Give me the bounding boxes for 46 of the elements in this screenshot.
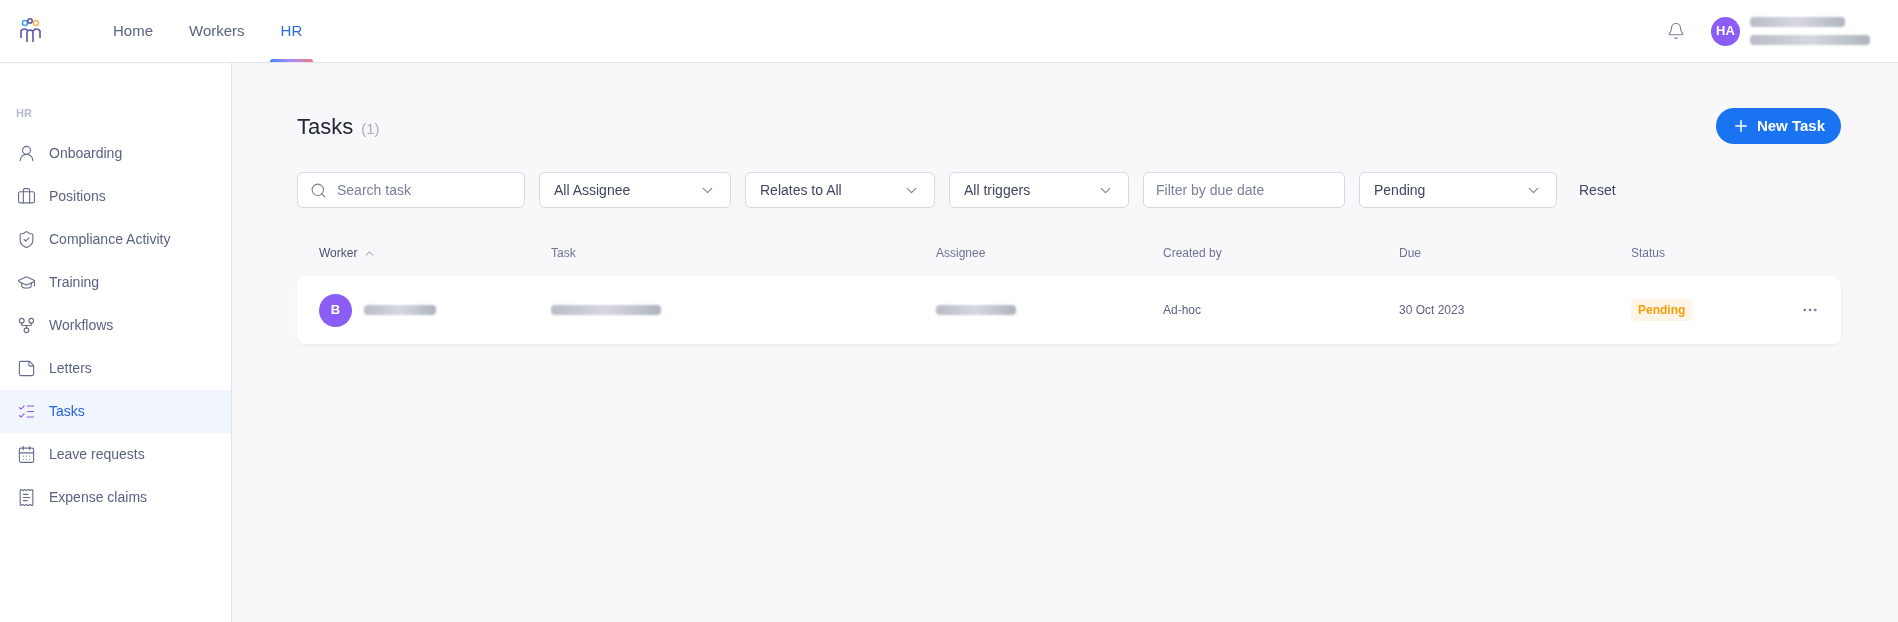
user-icon xyxy=(17,143,36,163)
filter-dropdown[interactable]: All triggers xyxy=(949,172,1129,208)
table-cell: 30 Oct 2023 xyxy=(1399,303,1465,317)
sidebar-item[interactable]: Training xyxy=(0,260,231,304)
sidebar-section-title: HR xyxy=(15,106,33,121)
calendar-icon xyxy=(17,444,36,464)
branch-icon xyxy=(17,315,36,335)
note-icon xyxy=(17,358,36,378)
sidebar-item[interactable]: Workflows xyxy=(0,303,231,347)
sidebar-item[interactable]: Letters xyxy=(0,346,231,390)
filter-dropdown[interactable]: All Assignee xyxy=(539,172,731,208)
column-header[interactable]: Worker xyxy=(319,244,358,262)
column-header[interactable]: Status xyxy=(1631,244,1666,262)
due-date-field[interactable]: Filter by due date xyxy=(1143,172,1345,208)
sidebar-item[interactable]: Compliance Activity xyxy=(0,217,231,261)
worker-avatar: B xyxy=(319,293,352,327)
notification-bell-icon[interactable] xyxy=(1667,22,1685,40)
column-header[interactable]: Due xyxy=(1399,244,1421,262)
nav-tab[interactable]: Workers xyxy=(174,0,260,62)
search-icon xyxy=(310,182,327,199)
search-field[interactable]: Search task xyxy=(297,172,525,208)
filter-dropdown[interactable]: Relates to All xyxy=(745,172,935,208)
logo-icon[interactable] xyxy=(18,18,42,44)
receipt-icon xyxy=(17,487,36,507)
nav-tab[interactable]: Home xyxy=(98,0,168,62)
column-header[interactable]: Task xyxy=(551,244,576,262)
blurred-text xyxy=(364,305,436,315)
status-badge: Pending xyxy=(1631,299,1693,321)
briefcase-icon xyxy=(17,186,36,206)
column-header[interactable]: Assignee xyxy=(936,244,986,262)
new-task-button[interactable]: New Task xyxy=(1715,108,1841,144)
reset-button[interactable]: Reset xyxy=(1579,179,1616,201)
column-header[interactable]: Created by xyxy=(1163,244,1222,262)
task-count: (1) xyxy=(361,118,380,139)
sidebar-item[interactable]: Onboarding xyxy=(0,131,231,175)
sidebar-item[interactable]: Leave requests xyxy=(0,432,231,476)
task-row[interactable]: B Ad-hoc 30 Oct 2023 Pending xyxy=(297,276,1841,344)
table-cell: Ad-hoc xyxy=(1163,303,1202,317)
shield-check-icon xyxy=(17,229,36,249)
nav-tab[interactable]: HR xyxy=(265,0,318,62)
user-avatar[interactable]: HA xyxy=(1711,16,1740,46)
page-title: Tasks xyxy=(297,112,354,141)
sidebar-item[interactable]: Tasks xyxy=(0,389,231,433)
sidebar-item[interactable]: Positions xyxy=(0,174,231,218)
filter-dropdown[interactable]: Pending xyxy=(1359,172,1557,208)
sidebar-item[interactable]: Expense claims xyxy=(0,475,231,519)
